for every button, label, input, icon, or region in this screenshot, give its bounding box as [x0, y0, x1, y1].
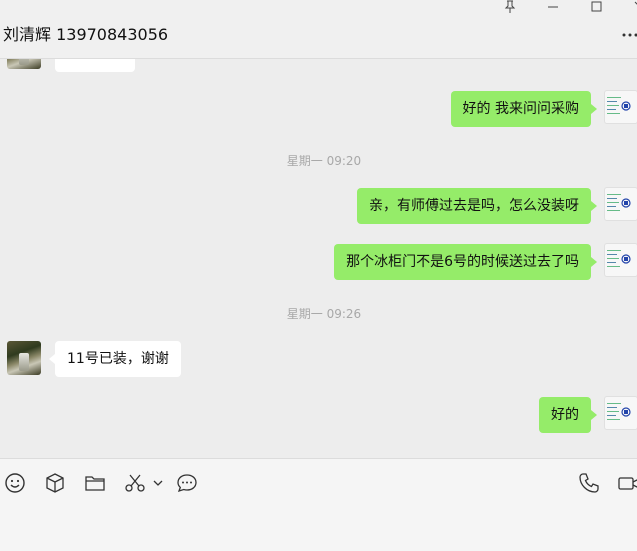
- message-bubble-outgoing[interactable]: 那个冰柜门不是6号的时候送过去了吗: [334, 244, 591, 280]
- message-bubble-outgoing[interactable]: 好的: [539, 397, 591, 433]
- contact-title: 刘清辉 13970843056: [3, 21, 168, 45]
- message-bubble-incoming[interactable]: ...: [55, 59, 135, 72]
- timestamp: 星期一 09:26: [0, 305, 637, 322]
- phone-icon[interactable]: [578, 472, 600, 494]
- qr-thumbnail-icon: [607, 95, 635, 119]
- qr-thumbnail-icon: [607, 192, 635, 216]
- message-bubble-outgoing[interactable]: 好的 我来问问采购: [451, 91, 591, 127]
- message-text: 11号已装，谢谢: [67, 351, 169, 367]
- my-avatar[interactable]: [604, 243, 637, 277]
- qr-thumbnail-icon: [607, 401, 635, 425]
- scissors-icon[interactable]: [124, 472, 146, 494]
- timestamp: 星期一 09:20: [0, 152, 637, 169]
- message-list[interactable]: ... 好的 我来问问采购 星期一 09:20 亲，有师傅过去是吗，怎么没装呀 …: [0, 59, 637, 457]
- contact-avatar[interactable]: [7, 341, 41, 375]
- box-icon[interactable]: [44, 472, 66, 494]
- chat-header: 刘清辉 13970843056: [0, 0, 637, 59]
- my-avatar[interactable]: [604, 187, 637, 221]
- video-icon[interactable]: [618, 472, 637, 494]
- pin-icon[interactable]: [499, 0, 521, 14]
- my-avatar[interactable]: [604, 90, 637, 124]
- my-avatar[interactable]: [604, 396, 637, 430]
- close-icon[interactable]: [627, 0, 637, 14]
- qr-thumbnail-icon: [607, 248, 635, 272]
- folder-icon[interactable]: [84, 472, 106, 494]
- contact-avatar[interactable]: [7, 59, 41, 69]
- message-text: 那个冰柜门不是6号的时候送过去了吗: [346, 254, 579, 270]
- message-text: 好的 我来问问采购: [463, 101, 579, 117]
- message-text: 好的: [551, 407, 579, 423]
- message-bubble-incoming[interactable]: 11号已装，谢谢: [55, 341, 181, 377]
- emoji-icon[interactable]: [4, 472, 26, 494]
- more-options-icon[interactable]: [620, 30, 637, 40]
- maximize-icon[interactable]: [586, 0, 608, 14]
- minimize-icon[interactable]: [542, 0, 564, 14]
- chat-bubble-icon[interactable]: [176, 472, 198, 494]
- message-text: 亲，有师傅过去是吗，怎么没装呀: [369, 198, 579, 214]
- message-bubble-outgoing[interactable]: 亲，有师傅过去是吗，怎么没装呀: [357, 188, 591, 224]
- chevron-down-icon[interactable]: [151, 472, 165, 494]
- input-area[interactable]: [0, 458, 637, 551]
